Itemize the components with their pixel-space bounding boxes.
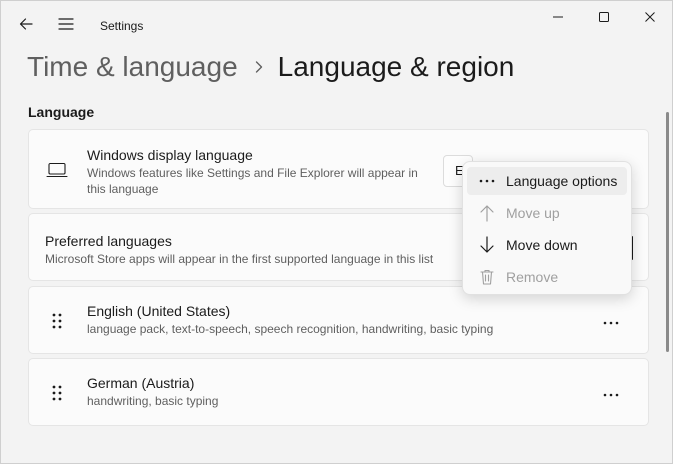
vertical-scrollbar[interactable]: [666, 112, 669, 352]
minimize-icon: [552, 10, 564, 28]
arrow-down-icon: [477, 235, 497, 255]
menu-item-label: Language options: [506, 173, 618, 189]
language-features: language pack, text-to-speech, speech re…: [87, 322, 494, 336]
display-language-title: Windows display language: [87, 147, 253, 163]
hamburger-icon: [58, 17, 74, 36]
menu-item-language-options[interactable]: Language options: [467, 167, 627, 195]
trash-icon: [477, 267, 497, 287]
close-button[interactable]: [627, 5, 673, 33]
breadcrumb-parent-link[interactable]: Time & language: [27, 51, 238, 83]
section-heading-language: Language: [28, 104, 95, 120]
preferred-languages-description: Microsoft Store apps will appear in the …: [45, 252, 434, 266]
arrow-up-icon: [477, 203, 497, 223]
back-button[interactable]: [11, 11, 41, 41]
maximize-button[interactable]: [581, 5, 627, 33]
menu-item-remove[interactable]: Remove: [467, 263, 627, 291]
language-name: English (United States): [87, 303, 231, 319]
title-bar: Settings: [1, 1, 672, 51]
language-item-german: German (Austria) handwriting, basic typi…: [28, 358, 649, 426]
minimize-button[interactable]: [535, 5, 581, 33]
menu-item-label: Move up: [506, 205, 560, 221]
display-language-description: Windows features like Settings and File …: [87, 166, 418, 196]
menu-item-move-down[interactable]: Move down: [467, 231, 627, 259]
page-title: Language & region: [277, 51, 515, 82]
laptop-icon: [44, 160, 70, 180]
language-context-menu: Language options Move up Move down Remov…: [462, 161, 632, 295]
preferred-languages-title: Preferred languages: [45, 233, 172, 249]
breadcrumb: Time & language Language & region: [27, 47, 514, 87]
language-item-english: English (United States) language pack, t…: [28, 286, 649, 354]
more-options-icon: [603, 384, 619, 402]
language-more-button[interactable]: [598, 308, 624, 334]
app-title: Settings: [100, 19, 144, 33]
maximize-icon: [598, 10, 610, 28]
navigation-menu-button[interactable]: [51, 11, 81, 41]
more-options-icon: [603, 312, 619, 330]
back-arrow-icon: [18, 16, 34, 37]
language-features: handwriting, basic typing: [87, 394, 219, 408]
menu-item-label: Remove: [506, 269, 559, 285]
close-icon: [644, 10, 656, 28]
chevron-right-icon: [254, 60, 264, 74]
language-name: German (Austria): [87, 375, 195, 391]
menu-item-label: Move down: [506, 237, 578, 253]
settings-window: Settings Time & language Language & regi…: [0, 0, 673, 464]
more-options-icon: [477, 171, 497, 191]
drag-handle-icon[interactable]: [49, 383, 65, 403]
menu-item-move-up[interactable]: Move up: [467, 199, 627, 227]
drag-handle-icon[interactable]: [49, 311, 65, 331]
language-more-button[interactable]: [598, 380, 624, 406]
